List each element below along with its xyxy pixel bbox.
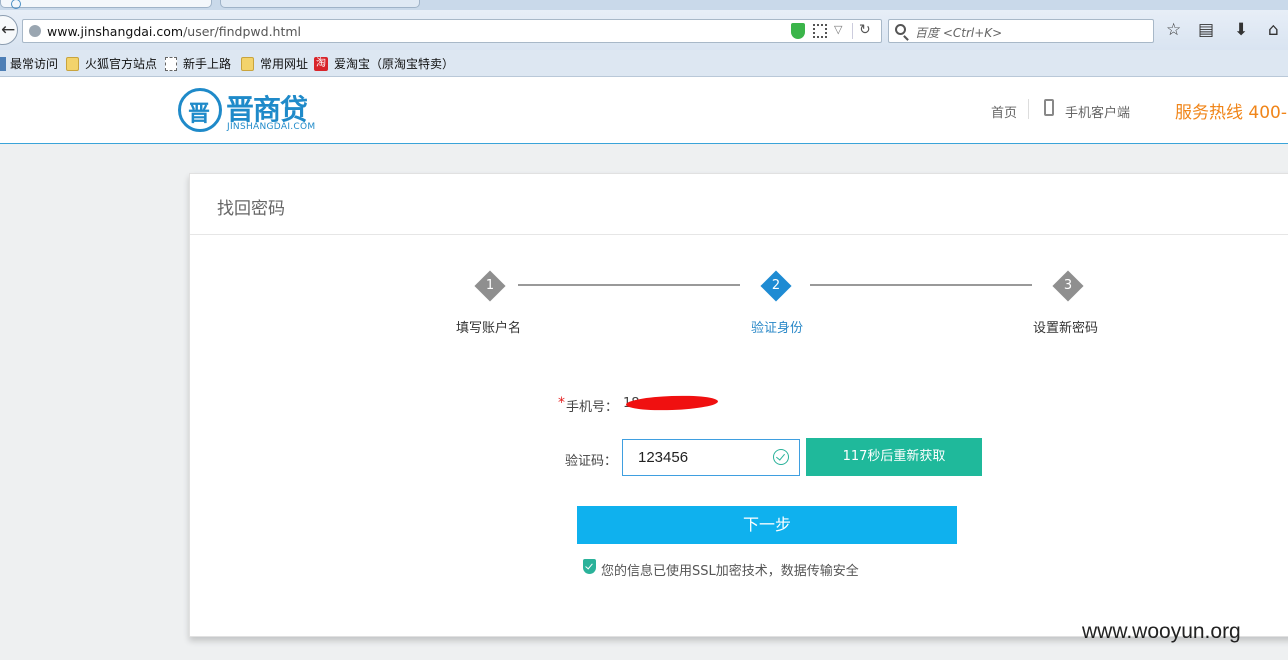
search-placeholder: 百度 <Ctrl+K> [915, 26, 1003, 40]
watermark: www.wooyun.org [1082, 620, 1241, 643]
bookmarks-bar: 最常访问 火狐官方站点 新手上路 常用网址 淘爱淘宝（原淘宝特卖） [0, 50, 1288, 77]
mobile-phone-icon [1044, 99, 1054, 116]
bookmark-icon [0, 56, 6, 71]
next-step-button[interactable]: 下一步 [577, 506, 957, 544]
required-mark: * [558, 395, 565, 411]
security-shield-icon[interactable] [791, 23, 805, 39]
bookmark-taobao[interactable]: 淘爱淘宝（原淘宝特卖） [314, 55, 454, 72]
logo-domain: JINSHANGDAI.COM [227, 122, 316, 132]
taobao-icon: 淘 [314, 56, 328, 71]
bookmark-getting-started[interactable]: 新手上路 [165, 55, 231, 72]
tab-other[interactable] [220, 0, 420, 8]
reading-list-icon[interactable]: ▤ [1198, 20, 1214, 40]
step-1-number: 1 [485, 278, 495, 293]
service-hotline: 服务热线 400- [1175, 103, 1287, 123]
logo-emblem-icon: 晋 [178, 88, 222, 132]
bookmark-firefox-official[interactable]: 火狐官方站点 [66, 55, 157, 72]
nav-divider [1028, 99, 1029, 119]
step-3-label: 设置新密码 [1033, 321, 1099, 336]
url-text[interactable]: www.jinshangdai.com/user/findpwd.html [47, 24, 301, 39]
step-3-number: 3 [1063, 278, 1073, 293]
title-divider [190, 234, 1288, 235]
check-circle-icon [773, 449, 789, 465]
redaction-mark [625, 394, 719, 412]
navigation-bar: ← www.jinshangdai.com/user/findpwd.html … [0, 10, 1288, 50]
step-connector [810, 284, 1032, 286]
globe-icon [29, 25, 41, 37]
chevron-down-icon[interactable]: ▽ [834, 23, 842, 36]
bookmark-most-visited[interactable]: 最常访问 [0, 55, 58, 72]
back-arrow-icon: ← [1, 20, 16, 40]
home-icon[interactable]: ⌂ [1268, 20, 1279, 40]
find-password-panel: 找回密码 1 填写账户名 2 验证身份 3 设置新密码 * 手机号： 18 验证… [189, 173, 1288, 637]
resend-code-button[interactable]: 117秒后重新获取 [806, 438, 982, 476]
step-2-number: 2 [771, 278, 781, 293]
reload-icon[interactable]: ↻ [859, 22, 871, 38]
site-header: 晋 晋商贷 JINSHANGDAI.COM 首页 手机客户端 服务热线 400- [0, 77, 1288, 144]
search-bar[interactable]: 百度 <Ctrl+K> [888, 19, 1154, 43]
shield-check-icon [583, 559, 596, 574]
tab-strip [0, 0, 1288, 10]
search-icon [895, 24, 906, 35]
code-label: 验证码： [565, 454, 618, 469]
address-bar[interactable]: www.jinshangdai.com/user/findpwd.html ▽ … [22, 19, 882, 43]
download-icon[interactable]: ⬇ [1234, 20, 1248, 40]
step-1-label: 填写账户名 [456, 321, 522, 336]
back-button[interactable]: ← [0, 15, 18, 45]
star-icon[interactable]: ☆ [1166, 20, 1181, 40]
page-title: 找回密码 [217, 199, 285, 219]
ssl-security-note: 您的信息已使用SSL加密技术，数据传输安全 [601, 564, 859, 579]
step-connector [518, 284, 740, 286]
qr-code-icon[interactable] [813, 24, 827, 38]
nav-mobile-client-link[interactable]: 手机客户端 [1065, 102, 1130, 121]
site-logo[interactable]: 晋 晋商贷 JINSHANGDAI.COM [178, 88, 318, 134]
divider [852, 23, 853, 39]
folder-icon [241, 56, 254, 71]
bookmark-common-sites[interactable]: 常用网址 [241, 55, 308, 72]
nav-home-link[interactable]: 首页 [991, 102, 1017, 121]
site-favicon-icon [11, 0, 21, 9]
tab-current[interactable] [0, 0, 212, 9]
phone-label: 手机号： [566, 400, 619, 415]
page-icon [165, 56, 177, 71]
step-2-label: 验证身份 [751, 321, 804, 336]
folder-icon [66, 56, 79, 71]
